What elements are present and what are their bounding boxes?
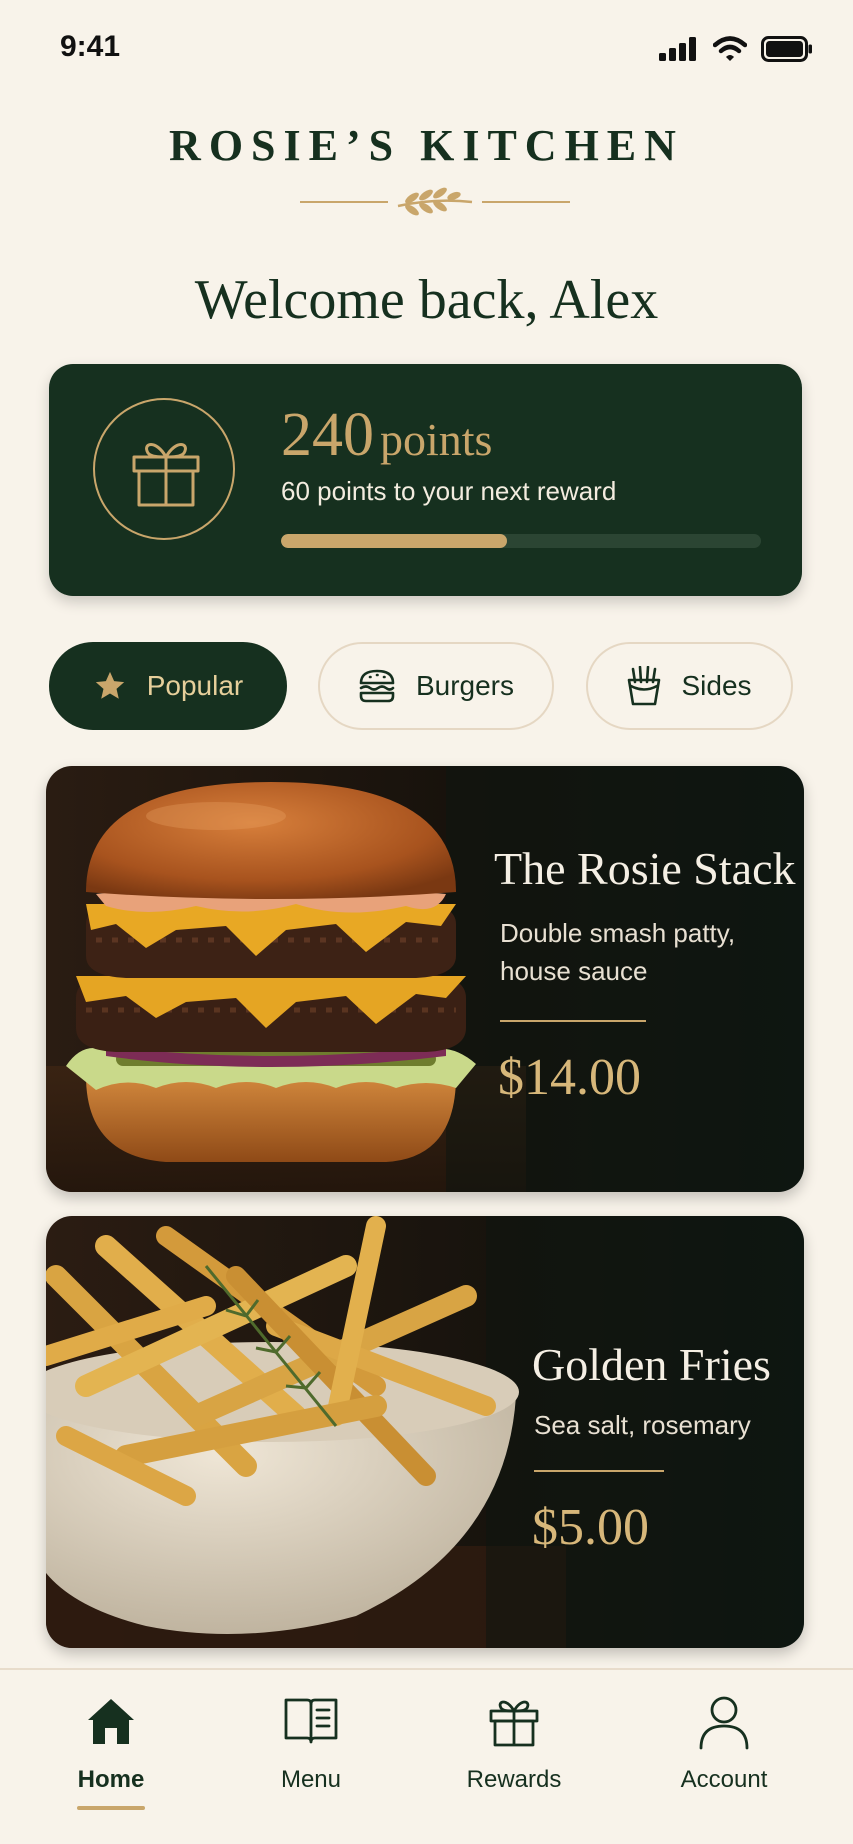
bottom-tab-bar: Home Menu Rewards Account bbox=[0, 1668, 853, 1844]
menu-item-price: $5.00 bbox=[532, 1499, 649, 1556]
menu-item-divider bbox=[500, 1020, 646, 1022]
menu-item-title: The Rosie Stack bbox=[494, 843, 796, 894]
tab-menu[interactable]: Menu bbox=[226, 1670, 396, 1844]
fries-icon bbox=[628, 666, 661, 706]
category-chip-popular[interactable]: Popular bbox=[49, 642, 287, 730]
wifi-icon bbox=[713, 36, 747, 61]
menu-item-divider bbox=[534, 1470, 664, 1472]
points-label: points bbox=[380, 414, 493, 465]
menu-item-description: Sea salt, rosemary bbox=[534, 1410, 751, 1440]
menu-book-icon bbox=[284, 1698, 338, 1744]
menu-item-description: Double smash patty, house sauce bbox=[500, 918, 736, 986]
tab-label: Account bbox=[680, 1766, 768, 1793]
menu-item-card[interactable]: The Rosie Stack Double smash patty, hous… bbox=[46, 766, 804, 1192]
status-icons bbox=[659, 36, 813, 62]
menu-item-price: $14.00 bbox=[498, 1049, 641, 1106]
menu-item-card[interactable]: Golden Fries Sea salt, rosemary $5.00 bbox=[46, 1216, 804, 1648]
category-chip-sides[interactable]: Sides bbox=[586, 642, 793, 730]
gift-icon bbox=[132, 443, 200, 507]
points-balance: 240 points bbox=[281, 400, 492, 471]
home-icon bbox=[88, 1699, 134, 1744]
rewards-progress-bar bbox=[281, 534, 761, 548]
active-tab-indicator bbox=[77, 1806, 145, 1810]
welcome-greeting: Welcome back, Alex bbox=[194, 269, 659, 331]
tab-account[interactable]: Account bbox=[639, 1670, 809, 1844]
tab-label: Menu bbox=[280, 1766, 342, 1793]
tab-home[interactable]: Home bbox=[26, 1670, 196, 1844]
gift-icon bbox=[489, 1700, 539, 1747]
gift-badge bbox=[93, 398, 235, 540]
burger-icon bbox=[359, 669, 395, 703]
cellular-signal-icon bbox=[659, 37, 696, 61]
rewards-progress-fill bbox=[281, 534, 507, 548]
menu-item-title: Golden Fries bbox=[532, 1339, 771, 1390]
points-value: 240 bbox=[281, 401, 374, 469]
tab-rewards[interactable]: Rewards bbox=[429, 1670, 599, 1844]
brand-title: ROSIE’S KITCHEN bbox=[169, 121, 684, 170]
chip-label: Burgers bbox=[415, 670, 515, 701]
wheat-divider-icon bbox=[300, 187, 570, 216]
chip-label: Popular bbox=[146, 670, 244, 701]
battery-icon bbox=[761, 36, 812, 62]
account-icon bbox=[699, 1696, 749, 1750]
points-to-next-reward: 60 points to your next reward bbox=[281, 476, 617, 506]
chip-label: Sides bbox=[681, 670, 752, 701]
star-icon bbox=[95, 671, 124, 699]
rewards-card[interactable]: 240 points 60 points to your next reward bbox=[49, 364, 802, 596]
category-chip-burgers[interactable]: Burgers bbox=[318, 642, 554, 730]
tab-label: Home bbox=[77, 1766, 145, 1793]
tab-label: Rewards bbox=[466, 1766, 562, 1793]
status-time: 9:41 bbox=[60, 30, 121, 63]
status-bar: 9:41 bbox=[0, 0, 853, 100]
